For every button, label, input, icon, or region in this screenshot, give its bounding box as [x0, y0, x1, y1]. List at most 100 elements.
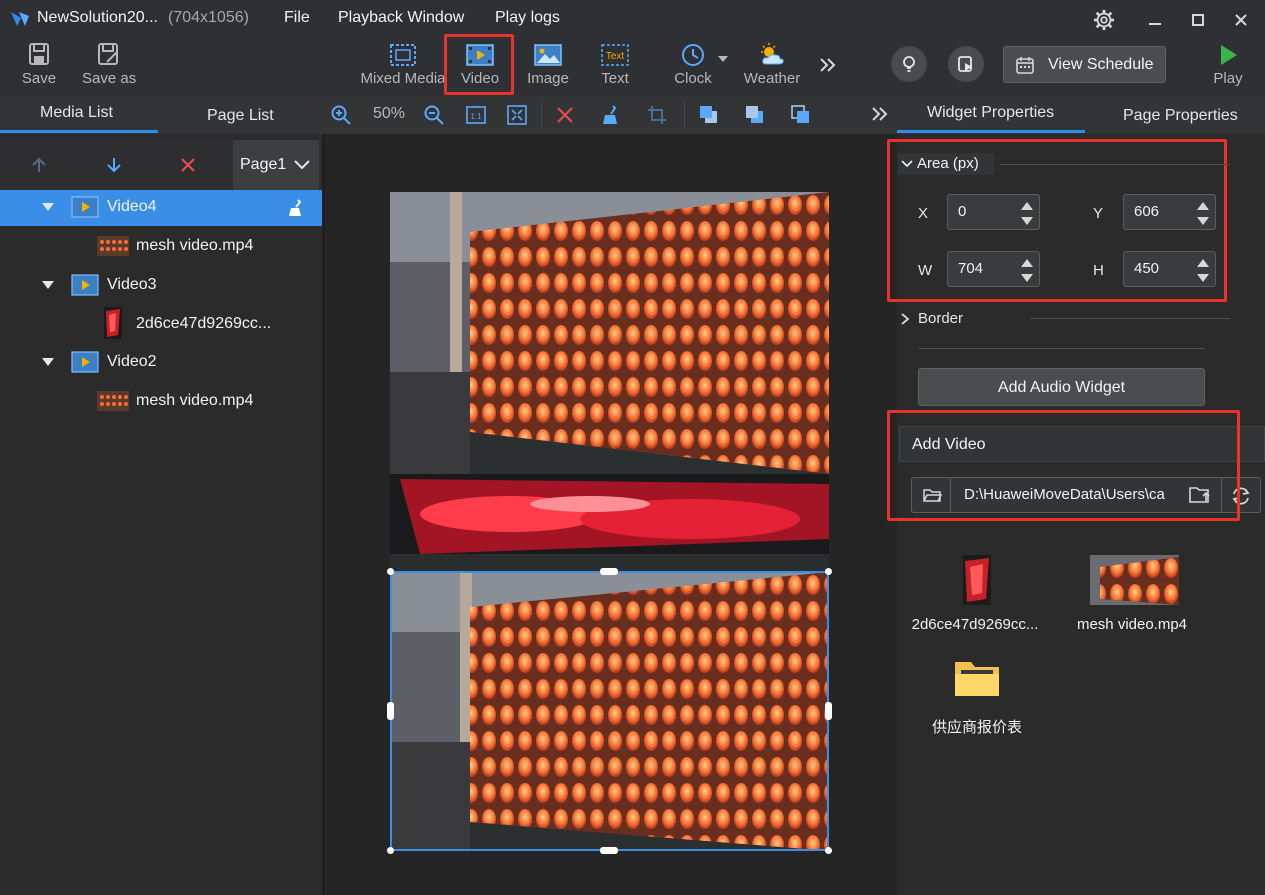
- x-value: 0: [958, 203, 967, 220]
- tree-item-label: Video4: [107, 198, 157, 215]
- page-select[interactable]: Page1: [233, 140, 319, 190]
- close-icon[interactable]: [1231, 10, 1251, 30]
- page-select-value: Page1: [240, 156, 287, 173]
- menu-play-logs[interactable]: Play logs: [495, 9, 560, 27]
- toolbar-more-icon[interactable]: [818, 56, 838, 74]
- resize-handle[interactable]: [600, 847, 618, 854]
- move-up-icon[interactable]: [29, 155, 49, 175]
- menu-file[interactable]: File: [284, 9, 310, 27]
- file-item-2d6ce[interactable]: [955, 555, 999, 605]
- spin-down-icon[interactable]: [1021, 217, 1033, 225]
- clock-button[interactable]: Clock: [670, 40, 716, 94]
- expand-arrow-icon[interactable]: [42, 203, 54, 211]
- add-audio-widget-button[interactable]: Add Audio Widget: [918, 368, 1205, 406]
- settings-gear-icon[interactable]: [1093, 9, 1115, 31]
- tab-page-list[interactable]: Page List: [207, 107, 274, 125]
- menu-playback-window[interactable]: Playback Window: [338, 9, 464, 27]
- area-section-header[interactable]: Area (px): [898, 153, 994, 175]
- chevron-right-icon[interactable]: [899, 312, 911, 326]
- h-label: H: [1093, 262, 1104, 279]
- y-label: Y: [1093, 205, 1104, 222]
- mixed-media-button[interactable]: Mixed Media: [360, 40, 446, 94]
- resize-handle[interactable]: [600, 568, 618, 575]
- save-label: Save: [21, 70, 57, 87]
- canvas-widget-video3[interactable]: [390, 474, 829, 571]
- mixed-media-label: Mixed Media: [360, 70, 446, 87]
- zoom-in-icon[interactable]: [330, 104, 352, 126]
- minimize-icon[interactable]: [1145, 10, 1165, 30]
- weather-icon: [761, 43, 784, 65]
- spin-up-icon[interactable]: [1021, 202, 1033, 210]
- fit-screen-icon[interactable]: [506, 104, 528, 126]
- spin-down-icon[interactable]: [1197, 274, 1209, 282]
- tab-widget-properties[interactable]: Widget Properties: [927, 104, 1054, 122]
- red-led-strip-preview: [390, 474, 829, 571]
- image-button[interactable]: Image: [525, 40, 571, 94]
- resize-handle[interactable]: [825, 702, 832, 720]
- save-as-label: Save as: [82, 70, 137, 87]
- text-button[interactable]: Text Text: [595, 40, 635, 94]
- file-label: 2d6ce47d9269cc...: [911, 616, 1039, 633]
- add-audio-label: Add Audio Widget: [997, 379, 1126, 396]
- canvas-toolbar-more-icon[interactable]: [870, 105, 890, 123]
- resize-handle[interactable]: [387, 568, 394, 575]
- spin-up-icon[interactable]: [1197, 202, 1209, 210]
- zoom-out-icon[interactable]: [423, 104, 445, 126]
- play-button[interactable]: Play: [1210, 40, 1246, 94]
- clock-label: Clock: [674, 70, 712, 87]
- spin-down-icon[interactable]: [1021, 274, 1033, 282]
- bring-forward-icon[interactable]: [744, 104, 766, 126]
- clock-dropdown-icon[interactable]: [717, 54, 729, 64]
- video-widget-icon: [71, 274, 99, 296]
- actual-size-icon[interactable]: 1:1: [465, 104, 487, 126]
- app-title: NewSolution20...: [37, 9, 158, 26]
- border-section-header[interactable]: Border: [918, 310, 963, 327]
- active-tab-indicator: [0, 130, 158, 133]
- section-divider: [918, 348, 1205, 349]
- expand-arrow-icon[interactable]: [42, 358, 54, 366]
- w-input[interactable]: 704: [947, 251, 1040, 287]
- file-item-mesh-video[interactable]: [1090, 555, 1179, 605]
- move-down-icon[interactable]: [104, 155, 124, 175]
- file-item-folder[interactable]: [953, 658, 1001, 698]
- app-logo-icon: [11, 12, 29, 26]
- weather-button[interactable]: Weather: [742, 40, 802, 94]
- tab-media-list[interactable]: Media List: [40, 104, 113, 122]
- clear-brush-icon[interactable]: [600, 104, 622, 126]
- y-value: 606: [1134, 203, 1160, 220]
- save-button[interactable]: Save: [20, 40, 58, 94]
- tab-page-properties[interactable]: Page Properties: [1123, 107, 1238, 125]
- image-label: Image: [527, 70, 569, 87]
- svg-text:1:1: 1:1: [470, 112, 482, 121]
- video-widget-icon: [71, 196, 99, 218]
- view-schedule-button[interactable]: View Schedule: [1003, 46, 1166, 83]
- spin-up-icon[interactable]: [1021, 259, 1033, 267]
- lightbulb-button[interactable]: [891, 46, 927, 82]
- mesh-video-thumbnail: [97, 391, 129, 411]
- canvas-widget-video2[interactable]: [390, 192, 829, 474]
- resize-handle[interactable]: [825, 847, 832, 854]
- send-backward-icon[interactable]: [790, 104, 812, 126]
- resize-handle[interactable]: [387, 847, 394, 854]
- clean-brush-icon[interactable]: [286, 198, 306, 218]
- h-input[interactable]: 450: [1123, 251, 1216, 287]
- resize-handle[interactable]: [825, 568, 832, 575]
- preview-button[interactable]: [948, 46, 984, 82]
- x-input[interactable]: 0: [947, 194, 1040, 230]
- chevron-down-icon: [294, 160, 310, 170]
- delete-widget-icon[interactable]: [554, 104, 576, 126]
- bring-to-front-icon[interactable]: [698, 104, 720, 126]
- calendar-icon: [1016, 57, 1034, 74]
- spin-down-icon[interactable]: [1197, 217, 1209, 225]
- save-as-button[interactable]: Save as: [82, 40, 137, 94]
- zoom-level: 50%: [373, 105, 406, 122]
- led-wall-preview: [390, 192, 829, 474]
- expand-arrow-icon[interactable]: [42, 281, 54, 289]
- resize-handle[interactable]: [387, 702, 394, 720]
- delete-icon[interactable]: [179, 156, 197, 174]
- file-thumbnail: [1090, 555, 1179, 605]
- crop-icon[interactable]: [646, 104, 668, 126]
- maximize-icon[interactable]: [1188, 10, 1208, 30]
- spin-up-icon[interactable]: [1197, 259, 1209, 267]
- y-input[interactable]: 606: [1123, 194, 1216, 230]
